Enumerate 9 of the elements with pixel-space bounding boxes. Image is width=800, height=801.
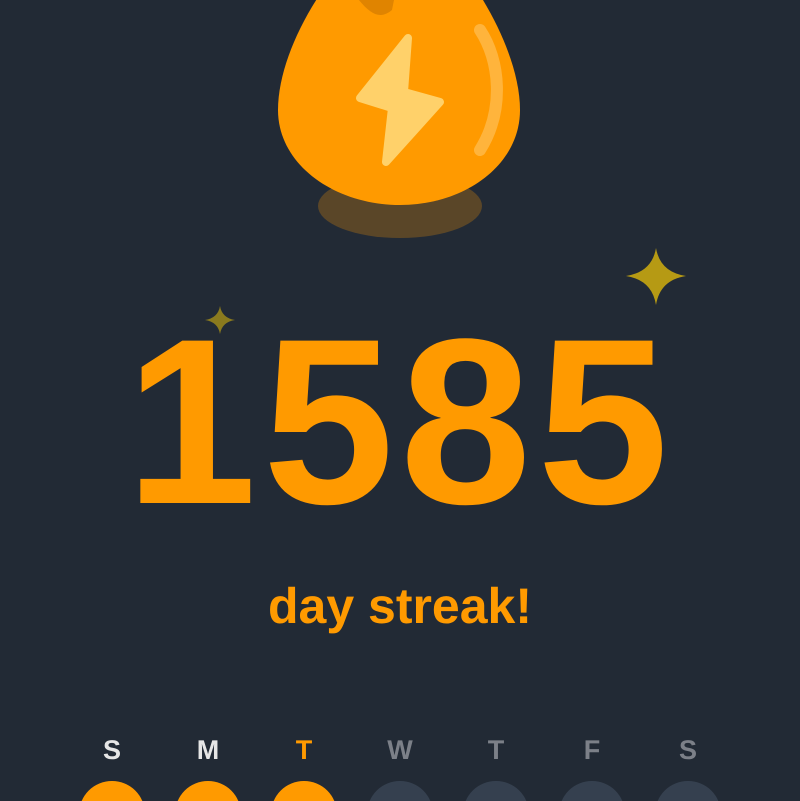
day-letter: T: [296, 735, 312, 765]
streak-count: 1585: [125, 337, 674, 507]
day-letter: W: [387, 735, 413, 765]
day-letter: M: [196, 735, 220, 765]
day-letter: T: [488, 735, 504, 765]
day-letter: S: [678, 735, 697, 765]
day-letter: S: [102, 735, 121, 765]
day-letter: F: [584, 735, 600, 765]
streak-label: day streak!: [268, 577, 532, 635]
